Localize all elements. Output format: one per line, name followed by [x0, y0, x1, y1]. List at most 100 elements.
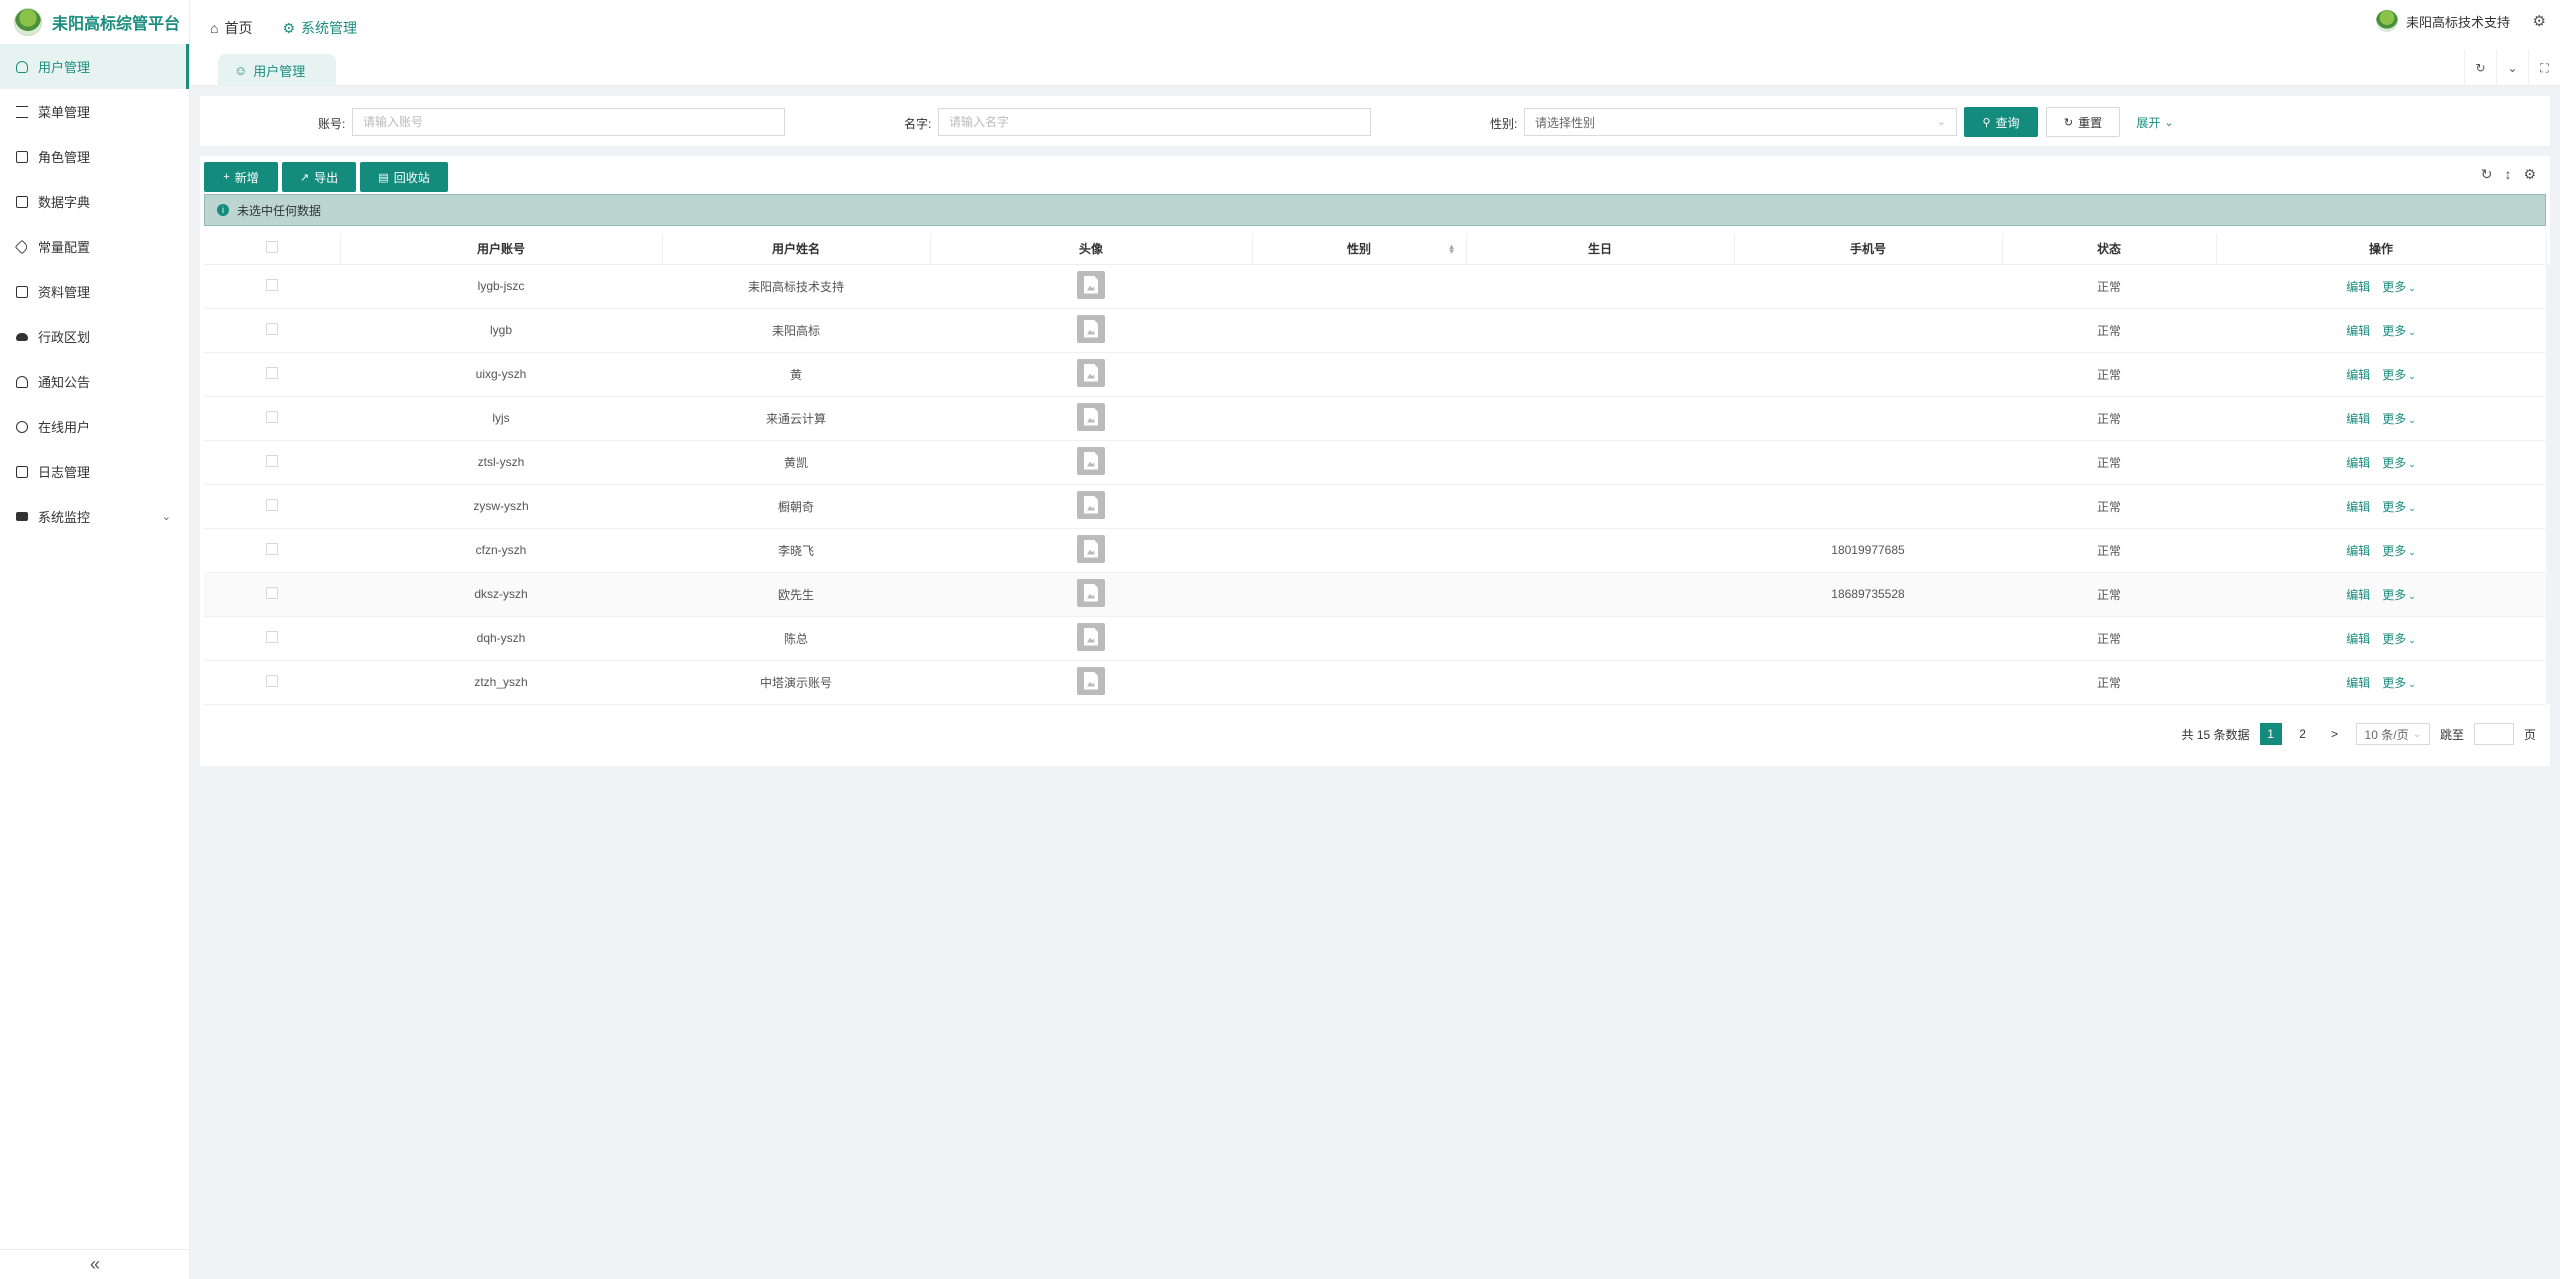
- more-dropdown[interactable]: 更多 ⌄: [2382, 588, 2416, 602]
- sidebar-item-constant-config[interactable]: 常量配置: [0, 224, 189, 269]
- sidebar-item-data-dictionary[interactable]: 数据字典: [0, 179, 189, 224]
- more-dropdown[interactable]: 更多 ⌄: [2382, 676, 2416, 690]
- tag-icon: [14, 239, 30, 254]
- select-all-checkbox[interactable]: [265, 241, 278, 254]
- table-row[interactable]: zysw-yszh 橱朝奇 正常 编辑 更多 ⌄: [204, 484, 2546, 529]
- row-checkbox[interactable]: [266, 322, 278, 335]
- jump-page-input[interactable]: [2473, 723, 2514, 745]
- gender-select[interactable]: 请选择性别 ⌄: [1524, 108, 1957, 136]
- query-button-label: 查询: [1995, 115, 2020, 130]
- table-row[interactable]: dksz-yszh 欧先生 18689735528 正常 编辑 更多 ⌄: [204, 572, 2546, 617]
- export-button[interactable]: ↗ 导出: [282, 162, 356, 192]
- row-checkbox[interactable]: [266, 278, 278, 291]
- add-button[interactable]: + 新增: [204, 162, 278, 192]
- expand-button[interactable]: 展开 ⌄: [2130, 107, 2180, 137]
- table-row[interactable]: lyjs 来通云计算 正常 编辑 更多 ⌄: [204, 396, 2546, 441]
- image-placeholder-icon[interactable]: [1077, 534, 1105, 563]
- row-checkbox[interactable]: [266, 410, 278, 423]
- row-checkbox[interactable]: [266, 674, 278, 687]
- table-scrollbar[interactable]: [2546, 264, 2550, 704]
- image-placeholder-icon[interactable]: [1077, 402, 1105, 431]
- image-placeholder-icon[interactable]: [1077, 666, 1105, 695]
- image-placeholder-icon[interactable]: [1077, 622, 1105, 651]
- edit-link[interactable]: 编辑: [2346, 324, 2370, 338]
- edit-link[interactable]: 编辑: [2346, 588, 2370, 602]
- edit-link[interactable]: 编辑: [2346, 500, 2370, 514]
- cell-avatar: [930, 308, 1252, 353]
- image-placeholder-icon[interactable]: [1077, 490, 1105, 519]
- edit-link[interactable]: 编辑: [2346, 456, 2370, 470]
- table-row[interactable]: ztsl-yszh 黄凯 正常 编辑 更多 ⌄: [204, 440, 2546, 485]
- table-row[interactable]: ztzh_yszh 中塔演示账号 正常 编辑 更多 ⌄: [204, 660, 2546, 705]
- refresh-icon[interactable]: ↻: [2464, 50, 2496, 86]
- row-checkbox[interactable]: [266, 630, 278, 643]
- more-dropdown[interactable]: 更多 ⌄: [2382, 500, 2416, 514]
- table-row[interactable]: cfzn-yszh 李晓飞 18019977685 正常 编辑 更多 ⌄: [204, 528, 2546, 573]
- image-placeholder-icon[interactable]: [1077, 358, 1105, 387]
- row-checkbox[interactable]: [266, 542, 278, 555]
- more-dropdown[interactable]: 更多 ⌄: [2382, 632, 2416, 646]
- image-placeholder-icon[interactable]: [1077, 270, 1105, 299]
- page-size-select[interactable]: 10 条/页 ⌄: [2355, 723, 2430, 745]
- sidebar-item-menu-management[interactable]: 菜单管理: [0, 89, 189, 134]
- sidebar-item-role-management[interactable]: 角色管理: [0, 134, 189, 179]
- cell-name: 中塔演示账号: [662, 660, 930, 705]
- more-dropdown[interactable]: 更多 ⌄: [2382, 544, 2416, 558]
- fullscreen-icon[interactable]: ⛶: [2528, 50, 2560, 86]
- refresh-icon[interactable]: ↻: [2481, 166, 2493, 183]
- query-button[interactable]: ⚲ 查询: [1964, 107, 2038, 137]
- nav-home[interactable]: ⌂ 首页: [210, 18, 252, 38]
- table-header-row: 用户账号 用户姓名 头像 性别 ▲ ▼ 生日 手机号 状态 操作: [204, 234, 2547, 265]
- recycle-bin-button[interactable]: ▤ 回收站: [360, 162, 448, 192]
- more-dropdown[interactable]: 更多 ⌄: [2382, 280, 2416, 294]
- sidebar-item-online-users[interactable]: 在线用户: [0, 404, 189, 449]
- more-dropdown[interactable]: 更多 ⌄: [2382, 368, 2416, 382]
- account-input[interactable]: [352, 108, 785, 136]
- row-checkbox[interactable]: [266, 366, 278, 379]
- nav-system-management[interactable]: ⚙ 系统管理: [282, 18, 357, 38]
- reset-button[interactable]: ↻ 重置: [2046, 107, 2120, 137]
- edit-link[interactable]: 编辑: [2346, 544, 2370, 558]
- name-input[interactable]: [938, 108, 1371, 136]
- sidebar-item-administrative-division[interactable]: 行政区划: [0, 314, 189, 359]
- edit-link[interactable]: 编辑: [2346, 676, 2370, 690]
- page-1-button[interactable]: 1: [2259, 723, 2282, 745]
- sidebar-item-user-management[interactable]: 用户管理: [0, 44, 189, 89]
- column-height-icon[interactable]: ↕: [2504, 166, 2511, 183]
- gear-icon[interactable]: ⚙: [2523, 166, 2536, 183]
- row-checkbox[interactable]: [266, 454, 278, 467]
- table-row[interactable]: lygb 耒阳高标 正常 编辑 更多 ⌄: [204, 308, 2546, 353]
- edit-link[interactable]: 编辑: [2346, 632, 2370, 646]
- logo[interactable]: 耒阳高标综管平台: [0, 0, 189, 44]
- sidebar-item-log-management[interactable]: 日志管理: [0, 449, 189, 494]
- more-dropdown[interactable]: 更多 ⌄: [2382, 324, 2416, 338]
- image-placeholder-icon[interactable]: [1077, 314, 1105, 343]
- sidebar-item-system-monitor[interactable]: 系统监控 ⌄: [0, 494, 189, 539]
- sidebar-item-material-management[interactable]: 资料管理: [0, 269, 189, 314]
- sidebar-item-label: 数据字典: [38, 195, 91, 210]
- row-checkbox[interactable]: [266, 498, 278, 511]
- row-checkbox[interactable]: [266, 586, 278, 599]
- table-row[interactable]: lygb-jszc 耒阳高标技术支持 正常 编辑 更多 ⌄: [204, 264, 2546, 309]
- next-page-button[interactable]: >: [2324, 723, 2346, 745]
- sidebar-item-notice[interactable]: 通知公告: [0, 359, 189, 404]
- sort-icon[interactable]: ▲ ▼: [1448, 243, 1456, 256]
- cell-account: zysw-yszh: [340, 484, 662, 529]
- table-row[interactable]: uixg-yszh 黄正常 编辑 更多 ⌄: [204, 352, 2546, 397]
- column-header-gender[interactable]: 性别 ▲ ▼: [1252, 234, 1467, 265]
- chevron-down-icon[interactable]: ⌄: [2496, 50, 2528, 86]
- edit-link[interactable]: 编辑: [2346, 368, 2370, 382]
- more-dropdown[interactable]: 更多 ⌄: [2382, 412, 2416, 426]
- more-dropdown[interactable]: 更多 ⌄: [2382, 456, 2416, 470]
- tab-user-management[interactable]: ☺ 用户管理: [218, 54, 336, 86]
- user-menu[interactable]: 耒阳高标技术支持: [2375, 10, 2510, 32]
- settings-icon[interactable]: ⚙: [2533, 12, 2546, 30]
- edit-link[interactable]: 编辑: [2346, 280, 2370, 294]
- edit-link[interactable]: 编辑: [2346, 412, 2370, 426]
- image-placeholder-icon[interactable]: [1077, 446, 1105, 475]
- image-placeholder-icon[interactable]: [1077, 578, 1105, 607]
- table-row[interactable]: dqh-yszh 陈总 正常 编辑 更多 ⌄: [204, 616, 2546, 661]
- sidebar-collapse-button[interactable]: «: [0, 1249, 190, 1279]
- cell-name: 陈总: [662, 616, 930, 661]
- page-2-button[interactable]: 2: [2292, 723, 2314, 745]
